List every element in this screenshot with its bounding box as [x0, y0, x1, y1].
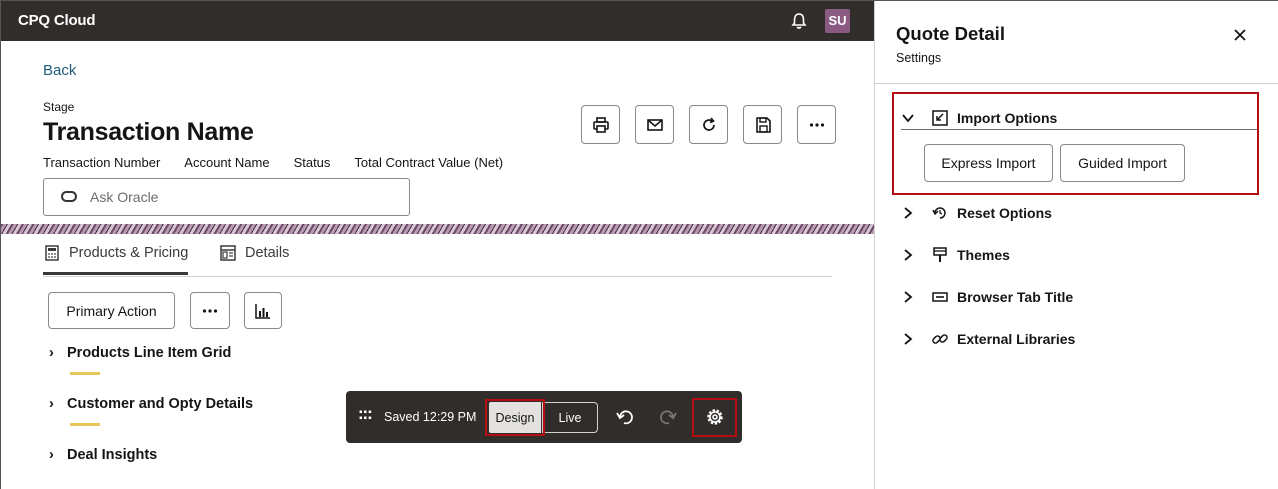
saved-status: Saved 12:29 PM — [384, 410, 477, 424]
bar-chart-icon — [255, 303, 270, 319]
tab-products-pricing-label: Products & Pricing — [69, 245, 189, 261]
section-underline — [70, 372, 100, 375]
email-button[interactable] — [635, 105, 674, 144]
user-avatar[interactable]: SU — [825, 9, 850, 33]
action-buttons — [581, 105, 836, 144]
browser-tab-title-row[interactable]: Browser Tab Title — [901, 286, 1073, 308]
reset-icon — [932, 207, 946, 219]
chevron-right-icon — [901, 247, 931, 263]
section-label: Products Line Item Grid — [67, 345, 232, 361]
chevron-right-icon — [901, 331, 931, 347]
highlight-import-options — [892, 92, 1259, 195]
chevron-right-icon — [901, 289, 931, 305]
field-account-name: Account Name — [184, 155, 270, 170]
more-options-button[interactable] — [190, 292, 230, 329]
redo-icon[interactable] — [659, 407, 679, 427]
primary-action-button[interactable]: Primary Action — [48, 292, 175, 329]
stage-label: Stage — [43, 100, 75, 114]
tab-bar: Products & Pricing Details — [43, 242, 832, 277]
more-actions-button[interactable] — [797, 105, 836, 144]
panel-subtitle: Settings — [896, 51, 942, 65]
ask-oracle-input[interactable]: Ask Oracle — [43, 178, 410, 216]
transaction-fields: Transaction Number Account Name Status T… — [43, 155, 503, 170]
section-underline — [70, 423, 100, 426]
ask-oracle-placeholder: Ask Oracle — [90, 189, 159, 205]
drag-handle-icon[interactable]: ▪▪▪ ▪▪▪ — [359, 408, 373, 424]
save-icon — [755, 116, 771, 133]
section-label: Deal Insights — [67, 447, 158, 463]
print-icon — [592, 116, 609, 133]
external-libraries-row[interactable]: External Libraries — [901, 328, 1075, 350]
section-deal-insights[interactable]: › Deal Insights — [49, 447, 157, 463]
more-icon — [202, 308, 218, 313]
reset-options-label: Reset Options — [957, 205, 1052, 221]
notification-bell-icon[interactable] — [790, 12, 808, 30]
chevron-right-icon — [901, 205, 931, 221]
tab-details[interactable]: Details — [219, 244, 289, 262]
reset-options-row[interactable]: Reset Options — [901, 202, 1052, 224]
tab-details-label: Details — [245, 245, 290, 261]
close-icon[interactable] — [1232, 27, 1248, 43]
link-icon — [932, 334, 948, 344]
highlight-design — [485, 399, 545, 436]
highlight-settings — [692, 398, 737, 437]
calculator-icon — [45, 245, 59, 261]
print-button[interactable] — [581, 105, 620, 144]
chevron-right-icon: › — [49, 345, 54, 361]
panel-title: Quote Detail — [896, 23, 1005, 44]
chevron-right-icon: › — [49, 396, 54, 412]
browser-tab-title-label: Browser Tab Title — [957, 289, 1074, 305]
external-libraries-label: External Libraries — [957, 331, 1076, 347]
more-icon — [809, 122, 824, 127]
field-total-contract-value: Total Contract Value (Net) — [354, 155, 504, 170]
refresh-icon — [702, 116, 715, 131]
decorative-band — [1, 224, 874, 234]
themes-label: Themes — [957, 247, 1010, 263]
ask-oracle-icon — [61, 191, 77, 202]
chevron-right-icon: › — [49, 447, 54, 463]
themes-row[interactable]: Themes — [901, 244, 1010, 266]
tab-title-icon — [932, 292, 948, 302]
back-link[interactable]: Back — [43, 62, 76, 79]
main-content: Back Stage Transaction Name Transaction … — [1, 41, 874, 489]
chart-button[interactable] — [244, 292, 282, 329]
refresh-button[interactable] — [689, 105, 728, 144]
field-status: Status — [293, 155, 331, 170]
details-icon — [220, 245, 236, 261]
live-mode-button[interactable]: Live — [542, 402, 598, 433]
section-products-line-item-grid[interactable]: › Products Line Item Grid — [49, 345, 232, 375]
undo-icon[interactable] — [614, 407, 634, 427]
design-toolbar: ▪▪▪ ▪▪▪ Saved 12:29 PM Design Live — [346, 391, 742, 443]
panel-divider — [875, 83, 1278, 84]
tab-products-pricing[interactable]: Products & Pricing — [43, 244, 189, 275]
email-icon — [646, 118, 663, 131]
transaction-name: Transaction Name — [43, 118, 254, 146]
themes-icon — [933, 247, 947, 262]
top-bar: CPQ Cloud SU — [1, 1, 874, 41]
app-title: CPQ Cloud — [18, 12, 96, 29]
save-button[interactable] — [743, 105, 782, 144]
section-label: Customer and Opty Details — [67, 396, 254, 412]
field-transaction-number: Transaction Number — [43, 155, 161, 170]
quote-detail-panel: Quote Detail Settings Import Options Exp… — [874, 1, 1278, 489]
section-customer-opty-details[interactable]: › Customer and Opty Details — [49, 396, 254, 426]
